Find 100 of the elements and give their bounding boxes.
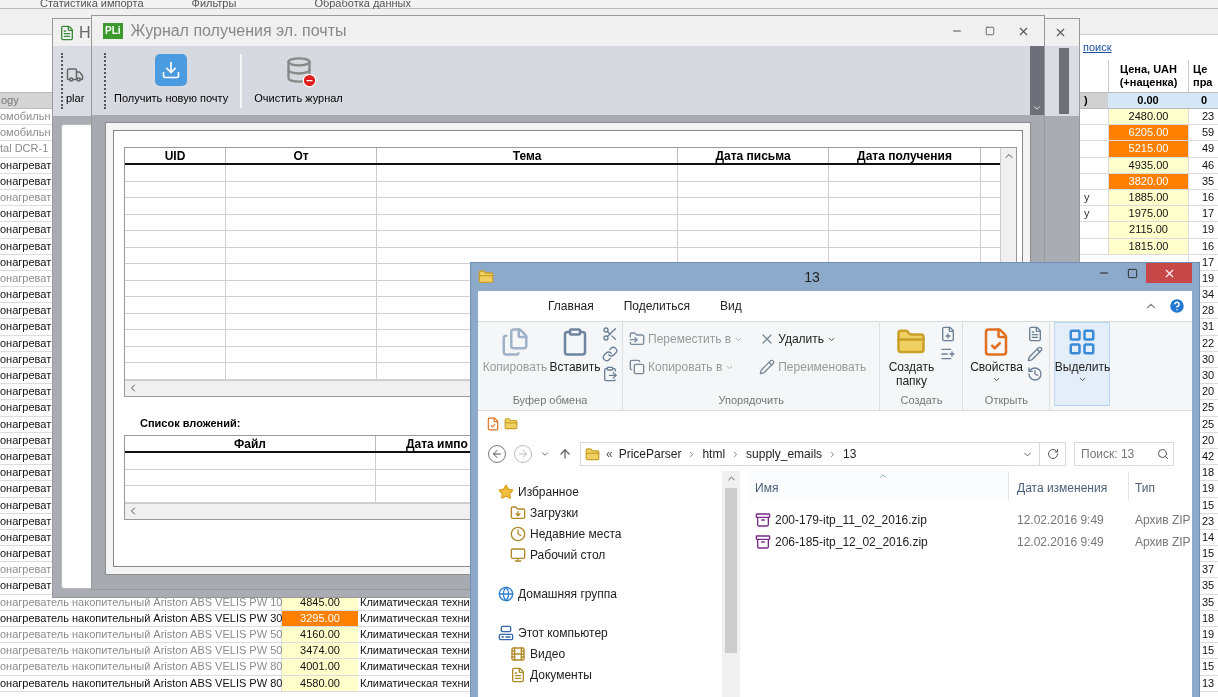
- recent-dropdown-icon[interactable]: [540, 449, 550, 459]
- product-name: онагреватель накопительный Ariston ABS VELIS PW 80: [0, 676, 283, 689]
- column-header: Цена, UAH (+наценка): [1108, 60, 1188, 92]
- price-cell: 23: [1202, 514, 1215, 527]
- product-name: онагреват: [0, 271, 52, 284]
- close-icon[interactable]: [1054, 26, 1067, 39]
- maximize-icon[interactable]: [985, 26, 995, 36]
- toolbar-label: plar: [66, 90, 85, 106]
- folder-icon[interactable]: [504, 417, 518, 431]
- address-bar[interactable]: « PriceParser html supply_emails 13: [580, 442, 1066, 466]
- truck-icon[interactable]: [66, 65, 85, 84]
- category-cell-text: Климатическая техни: [359, 659, 470, 675]
- product-name: онагреват: [0, 579, 52, 592]
- product-name: омобильн: [0, 110, 51, 122]
- ribbon-group-label: Фильтры: [191, 0, 237, 8]
- nav-item[interactable]: Избранное: [498, 481, 722, 502]
- cut-icon[interactable]: [602, 326, 618, 342]
- move-icon: [629, 331, 645, 347]
- product-name: онагреват: [0, 288, 52, 301]
- price-cell: 13: [1202, 676, 1215, 689]
- group-label: Создать: [899, 392, 944, 408]
- breadcrumb[interactable]: PriceParser: [618, 445, 682, 463]
- column-header[interactable]: Дата получения: [829, 148, 981, 163]
- sort-icon: [878, 471, 888, 481]
- price-cell: 19: [1202, 223, 1215, 236]
- breadcrumb[interactable]: supply_emails: [746, 445, 823, 463]
- ribbon-tab[interactable]: Главная: [548, 297, 594, 315]
- ribbon-button[interactable]: Вставить: [550, 322, 600, 392]
- ribbon-button[interactable]: Свойства: [969, 322, 1024, 392]
- nav-item[interactable]: Загрузки: [498, 502, 722, 523]
- scrollbar-thumb[interactable]: [725, 488, 737, 653]
- price-cell: 15: [1202, 498, 1215, 511]
- open-icon[interactable]: [1027, 326, 1044, 342]
- dropdown-icon[interactable]: [1032, 103, 1042, 113]
- product-name: онагреват: [0, 336, 52, 349]
- column-header[interactable]: Тип: [1128, 471, 1178, 501]
- ribbon-button[interactable]: Удалить: [759, 328, 874, 350]
- app-icon: [59, 24, 75, 41]
- ribbon-button[interactable]: Выделить: [1054, 322, 1111, 406]
- price-cell: 22: [1202, 336, 1215, 349]
- breadcrumb[interactable]: html: [702, 445, 726, 463]
- up-icon[interactable]: [558, 447, 572, 461]
- search-link[interactable]: поиск: [1083, 39, 1112, 56]
- price-cell: 19: [1202, 482, 1215, 495]
- column-header[interactable]: Дата письма: [678, 148, 829, 163]
- nav-item[interactable]: Недавние места: [498, 523, 722, 544]
- search-field[interactable]: Поиск: 13: [1074, 442, 1174, 466]
- overflow-mark[interactable]: «: [606, 445, 613, 463]
- product-name: онагреват: [0, 385, 52, 398]
- globe-icon: [498, 585, 514, 602]
- nav-item[interactable]: Видео: [498, 643, 722, 664]
- nav-item[interactable]: Этот компьютер: [498, 622, 722, 643]
- edit-icon[interactable]: [1027, 346, 1044, 362]
- price-cell: 18: [1202, 466, 1215, 479]
- file-type: Архив ZIP: [1134, 534, 1191, 551]
- column-header[interactable]: Тема: [377, 148, 678, 163]
- file-name[interactable]: 200-179-itp_11_02_2016.zip: [775, 511, 927, 529]
- nav-item[interactable]: Документы: [498, 664, 722, 685]
- ribbon-tab[interactable]: Вид: [719, 297, 742, 315]
- film-icon: [510, 645, 526, 662]
- price-cell: 35: [1202, 579, 1215, 592]
- nav-item[interactable]: Домашняя группа: [498, 583, 722, 604]
- properties-icon[interactable]: [486, 417, 500, 431]
- price-cell: 23: [1202, 110, 1215, 122]
- ribbon-group-label: Статистика импорта: [40, 0, 144, 8]
- cell-fragment: y: [1084, 190, 1090, 203]
- new-item-icon[interactable]: [940, 326, 957, 342]
- history-icon[interactable]: [1027, 366, 1044, 382]
- toolbar-strip: [1059, 48, 1069, 114]
- toolbar-button[interactable]: Очистить журнал: [252, 54, 345, 107]
- column-header[interactable]: Имя: [748, 471, 1008, 501]
- category-cell-text: Климатическая техни: [359, 643, 470, 659]
- summary-cell: 0.00: [1108, 93, 1188, 108]
- ribbon-tab[interactable]: Поделиться: [623, 297, 690, 315]
- category-cell-text: Климатическая техни: [359, 627, 470, 642]
- breadcrumb[interactable]: 13: [843, 445, 857, 463]
- price-cell: 20: [1202, 385, 1215, 398]
- toolbar-button[interactable]: Получить новую почту: [112, 54, 231, 107]
- product-name: онагреват: [0, 369, 52, 381]
- product-name: онагреват: [0, 514, 52, 527]
- product-name: онагреват: [0, 498, 52, 511]
- column-header[interactable]: UID: [125, 148, 226, 163]
- folder-download-icon: [510, 504, 526, 521]
- price-cell: 18: [1202, 611, 1215, 624]
- help-icon[interactable]: [1168, 297, 1186, 315]
- product-name: онагреват: [0, 190, 52, 203]
- price-cell: 15: [1202, 644, 1215, 657]
- summary-cell: 0: [1188, 93, 1218, 108]
- nav-item[interactable]: Рабочий стол: [498, 544, 722, 565]
- product-name: онагреватель накопительный Ariston ABS VELIS PW 30: [0, 611, 283, 624]
- price-cell: 34: [1202, 288, 1215, 301]
- column-header[interactable]: От: [226, 148, 377, 163]
- ribbon-button[interactable]: Создать папку: [886, 322, 937, 392]
- column-header[interactable]: Файл: [125, 436, 376, 451]
- price-cell: 25: [1202, 401, 1215, 414]
- file-name[interactable]: 206-185-itp_12_02_2016.zip: [775, 533, 928, 551]
- column-header[interactable]: Дата изменения: [1008, 471, 1128, 501]
- price-cell: 4160.00: [282, 627, 358, 643]
- file-date: 12.02.2016 9:49: [1016, 512, 1105, 529]
- paste-shortcut-icon[interactable]: [602, 366, 618, 382]
